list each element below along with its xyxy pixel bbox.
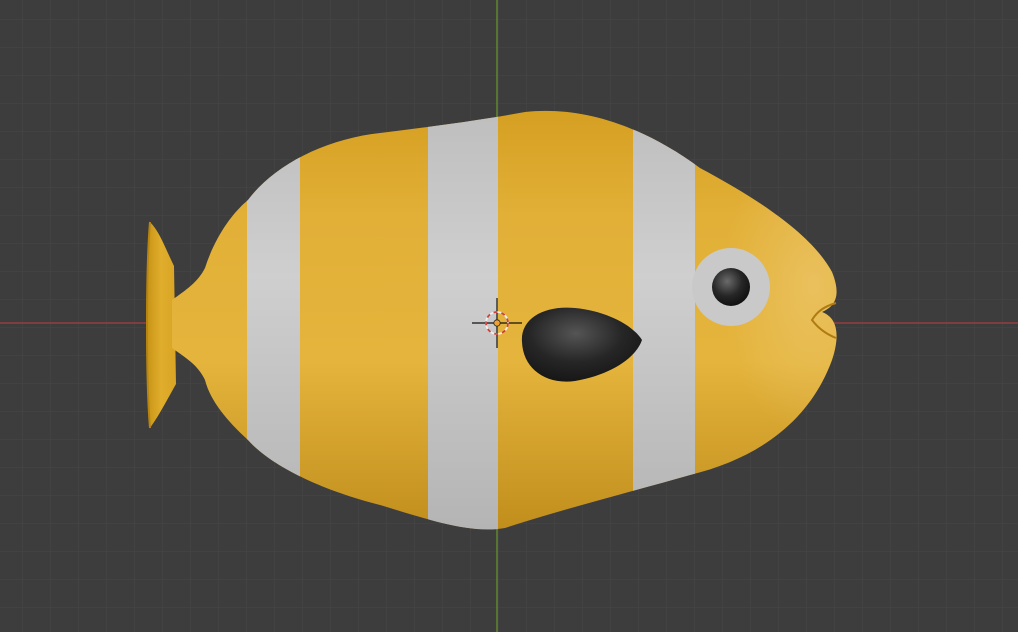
3d-viewport[interactable] — [0, 0, 1018, 632]
eye-pupil — [712, 268, 750, 306]
object-origin-icon — [493, 319, 501, 327]
body-stripe-middle — [428, 110, 498, 530]
